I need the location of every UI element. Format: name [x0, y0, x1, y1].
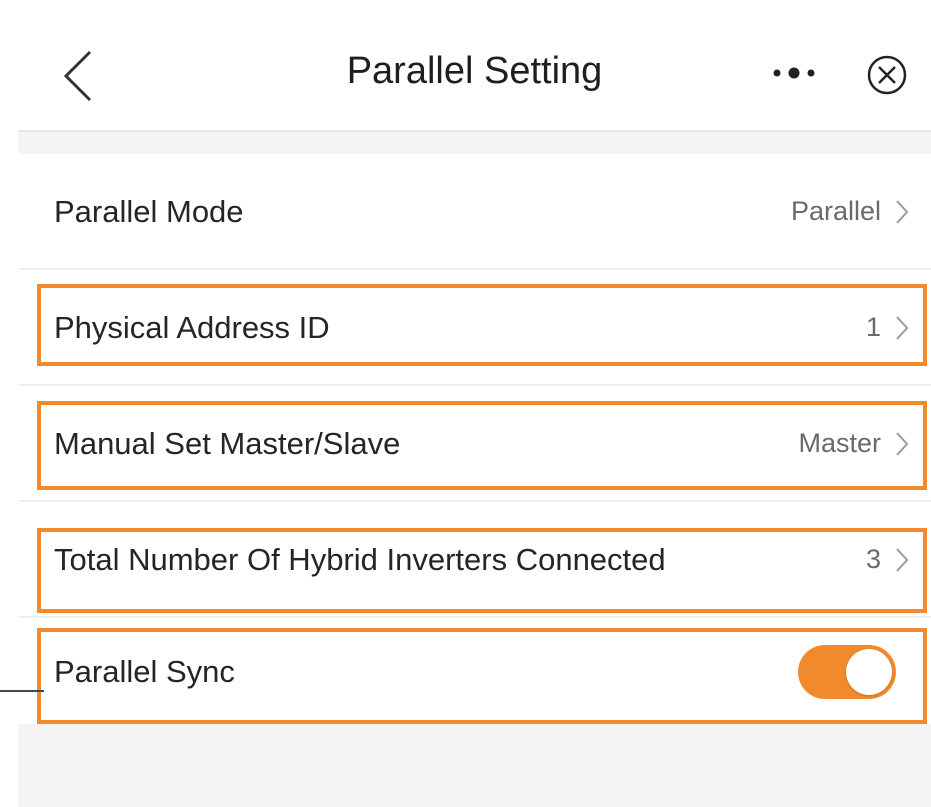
highlight-box-master-slave [37, 401, 927, 490]
annotation-callout-line [0, 690, 44, 692]
highlight-box-inverter-count [37, 528, 927, 613]
chevron-right-icon [896, 200, 909, 224]
bottom-empty-area [18, 724, 931, 807]
setting-row-parallel-mode[interactable]: Parallel Mode Parallel [18, 154, 931, 268]
setting-value: Parallel [790, 196, 881, 226]
section-gap [18, 132, 931, 154]
highlight-box-parallel-sync [37, 628, 927, 724]
close-circle-icon[interactable] [866, 54, 908, 96]
highlight-box-physical-address-id [37, 284, 927, 366]
navigation-header: Parallel Setting [18, 0, 931, 132]
more-dots-icon[interactable] [770, 66, 818, 80]
setting-label: Parallel Mode [54, 194, 244, 229]
left-margin [0, 0, 18, 807]
